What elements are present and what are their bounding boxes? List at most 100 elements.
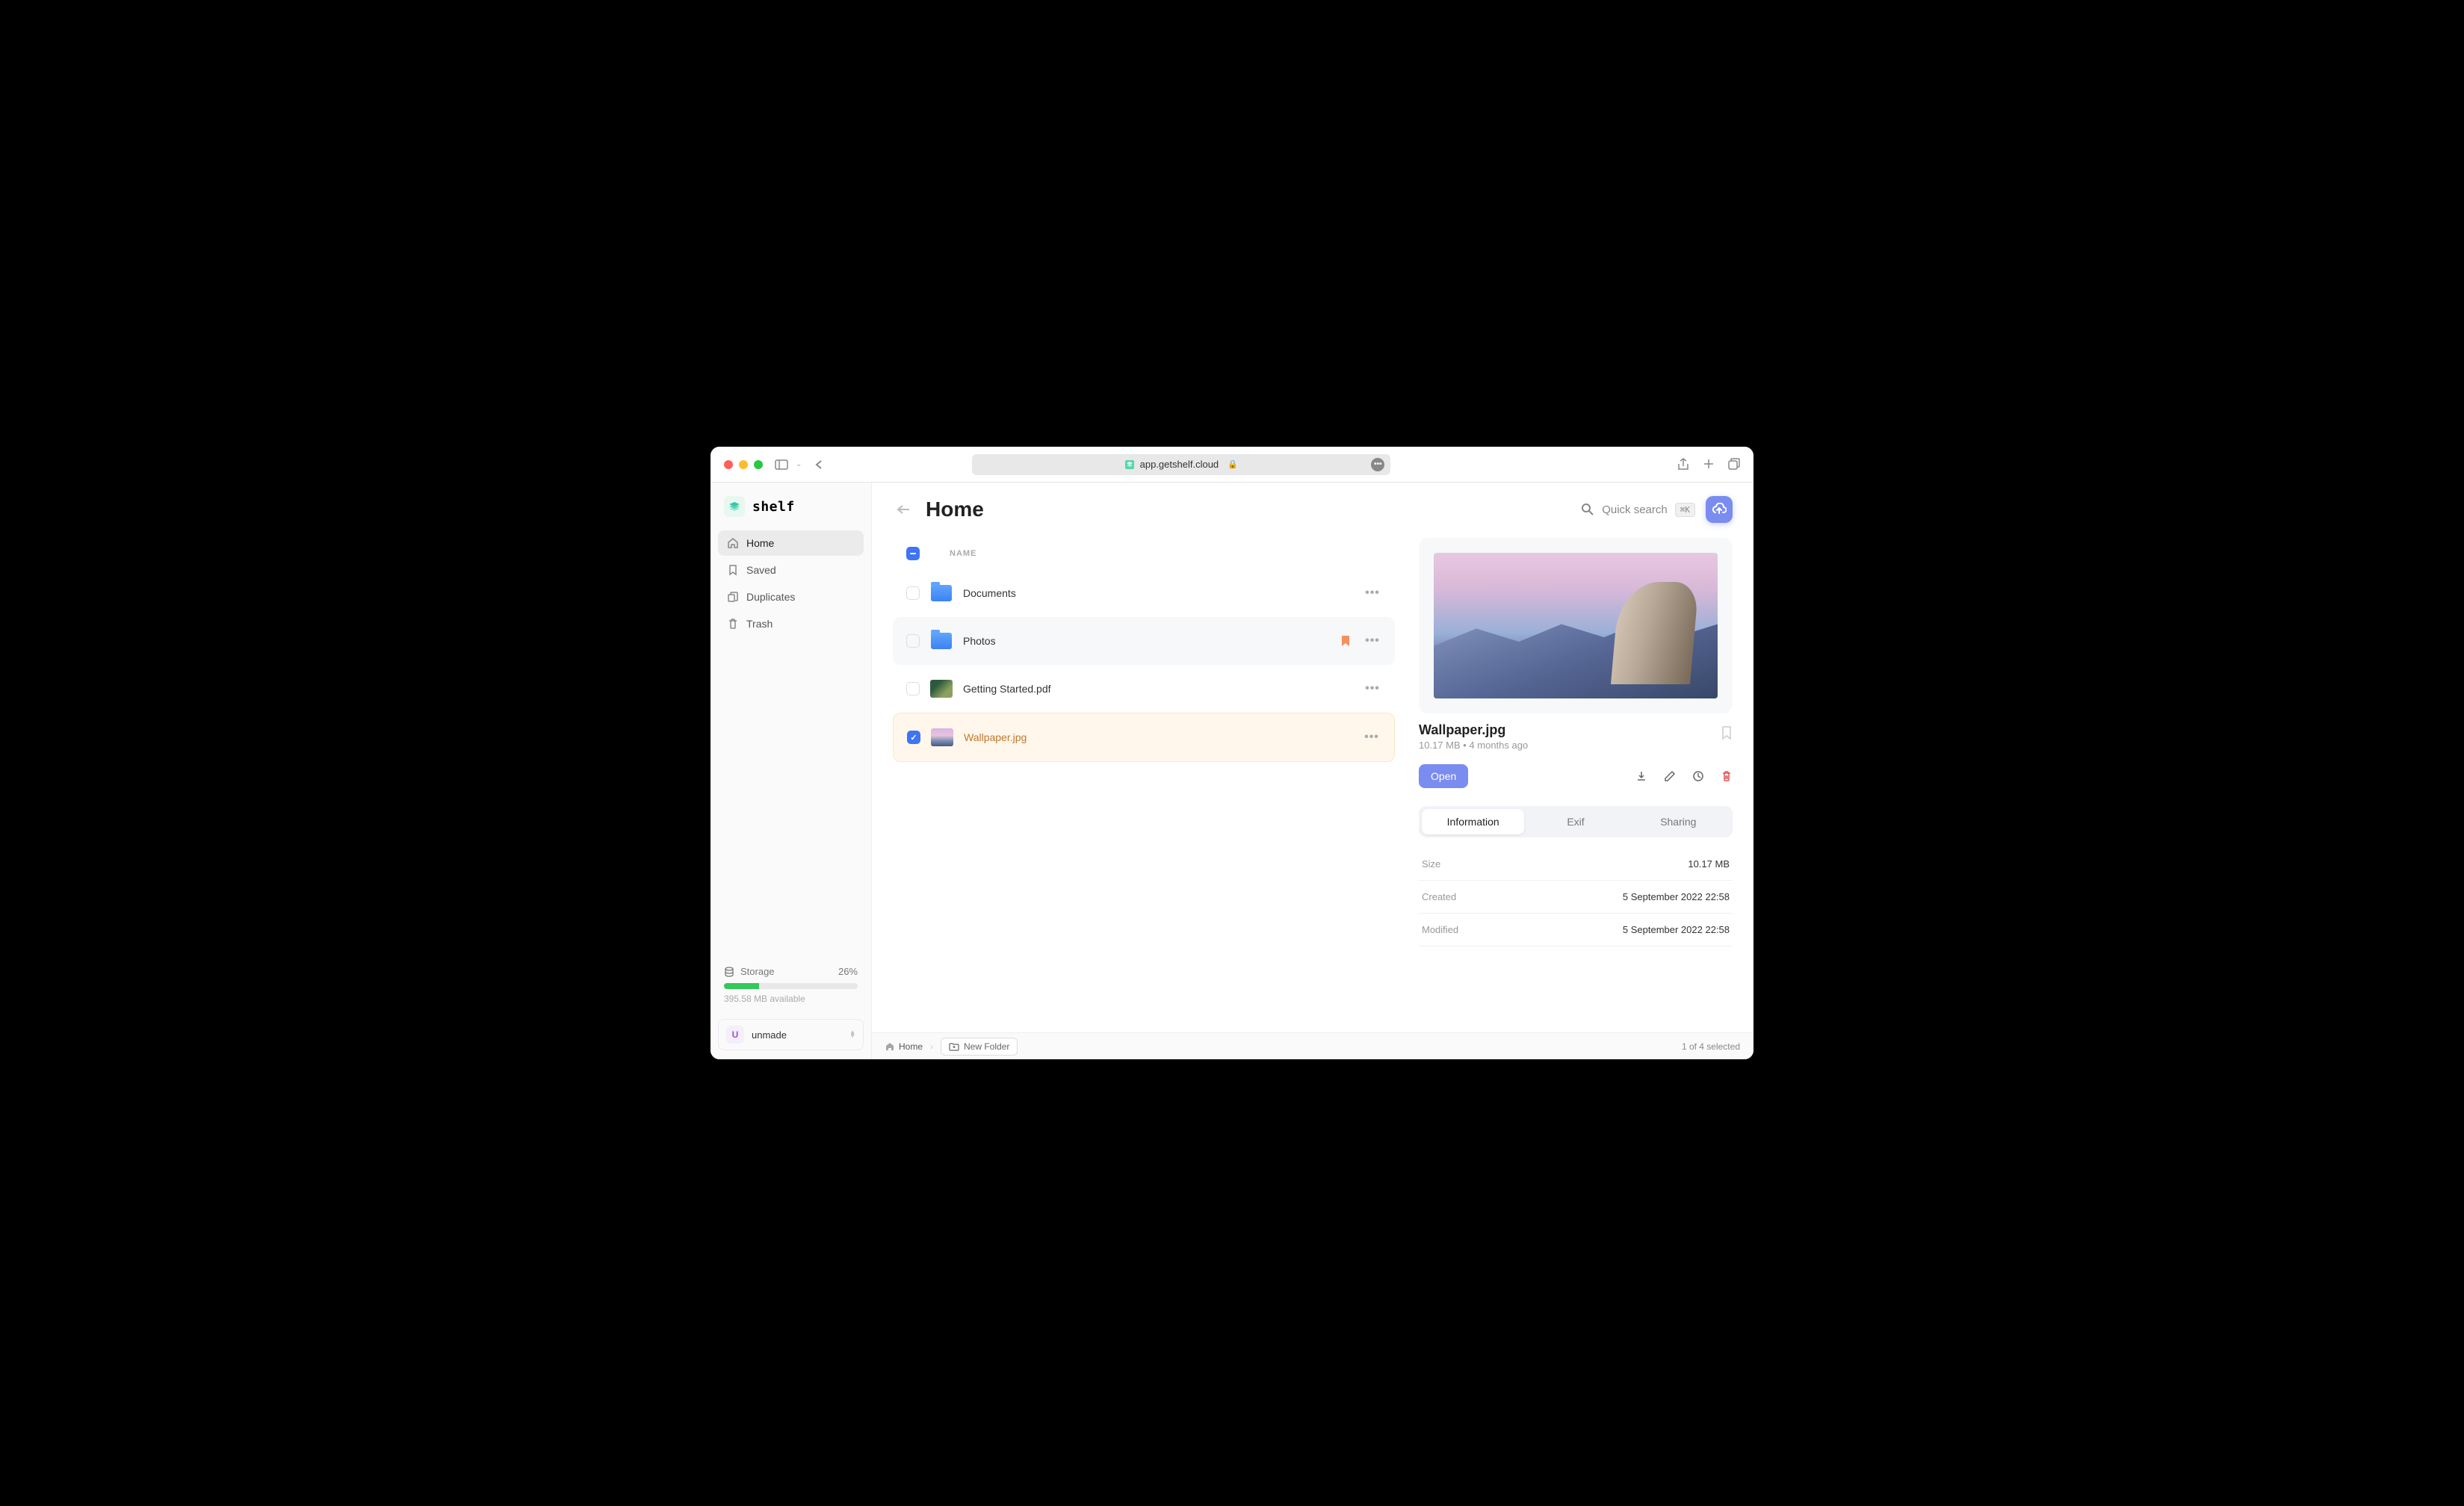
file-row[interactable]: Documents•••: [893, 569, 1395, 617]
row-checkbox[interactable]: [907, 731, 920, 744]
select-all-checkbox[interactable]: [906, 547, 920, 560]
page-title: Home: [926, 498, 984, 521]
sidebar-item-label: Saved: [746, 564, 776, 576]
brand-name: shelf: [752, 499, 795, 515]
app-body: shelf Home Saved: [711, 483, 1753, 1059]
brand-logo-icon: [724, 496, 745, 517]
delete-icon[interactable]: [1721, 770, 1733, 782]
browser-back-icon[interactable]: [815, 459, 823, 470]
storage-header: Storage 26%: [724, 966, 858, 977]
folder-icon: [931, 585, 952, 601]
chevron-down-icon[interactable]: ⌄: [796, 460, 802, 468]
file-list: NAME Documents•••Photos•••Getting Starte…: [893, 538, 1395, 1032]
info-row: Created 5 September 2022 22:58: [1419, 881, 1733, 914]
row-more-icon[interactable]: •••: [1363, 586, 1381, 600]
user-menu[interactable]: U unmade ▲▼: [718, 1019, 864, 1050]
user-name: unmade: [752, 1029, 842, 1041]
tabs-overview-icon[interactable]: [1728, 458, 1740, 471]
info-label: Size: [1422, 858, 1440, 870]
download-icon[interactable]: [1635, 770, 1647, 782]
row-more-icon[interactable]: •••: [1363, 634, 1381, 648]
info-value: 5 September 2022 22:58: [1623, 924, 1730, 935]
selection-count: 1 of 4 selected: [1682, 1041, 1740, 1052]
main-area: Home Quick search ⌘K: [872, 483, 1753, 1059]
row-checkbox[interactable]: [906, 634, 920, 648]
info-label: Created: [1422, 891, 1456, 902]
tab-information[interactable]: Information: [1422, 809, 1524, 834]
open-button[interactable]: Open: [1419, 764, 1468, 788]
bookmark-icon: [727, 564, 739, 576]
storage-percent: 26%: [838, 966, 858, 977]
upload-button[interactable]: [1706, 496, 1733, 523]
address-bar[interactable]: app.getshelf.cloud 🔒 •••: [972, 454, 1390, 475]
storage-icon: [724, 967, 734, 977]
detail-file-sub: 10.17 MB • 4 months ago: [1419, 740, 1528, 751]
breadcrumb-label: Home: [899, 1041, 923, 1052]
details-panel: Wallpaper.jpg 10.17 MB • 4 months ago Op…: [1419, 538, 1733, 1032]
home-icon: [727, 537, 739, 549]
chevron-right-icon: ›: [930, 1041, 933, 1052]
new-tab-icon[interactable]: [1703, 458, 1715, 471]
browser-chrome: ⌄ app.getshelf.cloud 🔒 •••: [711, 447, 1753, 483]
tab-sharing[interactable]: Sharing: [1627, 809, 1730, 834]
preview-box: [1419, 538, 1733, 713]
file-name: Photos: [963, 635, 1331, 647]
column-name-header: NAME: [950, 549, 976, 558]
share-icon[interactable]: [1677, 458, 1689, 471]
sidebar: shelf Home Saved: [711, 483, 872, 1059]
info-row: Size10.17 MB: [1419, 848, 1733, 881]
maximize-window-button[interactable]: [754, 460, 763, 469]
trash-icon: [727, 618, 739, 630]
file-thumbnail: [931, 728, 953, 746]
new-folder-button[interactable]: New Folder: [941, 1038, 1018, 1056]
folder-icon: [931, 633, 952, 649]
close-window-button[interactable]: [724, 460, 733, 469]
file-row[interactable]: Getting Started.pdf•••: [893, 665, 1395, 713]
sidebar-item-home[interactable]: Home: [718, 530, 864, 556]
preview-image[interactable]: [1434, 553, 1718, 698]
search-icon: [1581, 503, 1594, 516]
breadcrumb-home[interactable]: Home: [885, 1041, 923, 1052]
file-row[interactable]: Photos •••: [893, 617, 1395, 665]
user-avatar: U: [726, 1026, 744, 1044]
browser-right-controls: [1677, 458, 1740, 471]
list-header: NAME: [893, 538, 1395, 569]
sidebar-item-trash[interactable]: Trash: [718, 611, 864, 636]
tab-exif[interactable]: Exif: [1524, 809, 1626, 834]
content-area: NAME Documents•••Photos•••Getting Starte…: [872, 529, 1753, 1032]
traffic-lights: [724, 460, 763, 469]
row-checkbox[interactable]: [906, 682, 920, 695]
home-icon: [885, 1042, 894, 1051]
search-shortcut: ⌘K: [1675, 503, 1695, 517]
sidebar-toggle-icon[interactable]: [775, 459, 788, 470]
row-more-icon[interactable]: •••: [1363, 682, 1381, 695]
site-menu-icon[interactable]: •••: [1371, 458, 1384, 471]
info-value: 5 September 2022 22:58: [1623, 891, 1730, 902]
file-row[interactable]: Wallpaper.jpg•••: [893, 713, 1395, 762]
detail-actions: Open: [1419, 764, 1733, 788]
app-window: ⌄ app.getshelf.cloud 🔒 •••: [711, 447, 1753, 1059]
minimize-window-button[interactable]: [739, 460, 748, 469]
storage-bar: [724, 983, 858, 989]
up-down-chevron-icon: ▲▼: [849, 1031, 855, 1038]
brand[interactable]: shelf: [718, 492, 864, 530]
file-thumbnail: [930, 680, 953, 698]
bookmark-flag-icon: [1341, 635, 1350, 647]
search-label: Quick search: [1602, 503, 1668, 516]
bookmark-toggle-icon[interactable]: [1721, 722, 1733, 740]
main-header: Home Quick search ⌘K: [872, 483, 1753, 529]
move-icon[interactable]: [1692, 770, 1704, 782]
duplicates-icon: [727, 591, 739, 603]
sidebar-item-label: Home: [746, 537, 774, 549]
sidebar-item-duplicates[interactable]: Duplicates: [718, 584, 864, 610]
back-button[interactable]: [893, 499, 914, 520]
row-checkbox[interactable]: [906, 586, 920, 600]
storage-available: 395.58 MB available: [724, 994, 858, 1004]
storage-widget[interactable]: Storage 26% 395.58 MB available: [718, 960, 864, 1010]
info-row: Modified5 September 2022 22:58: [1419, 914, 1733, 946]
sidebar-item-saved[interactable]: Saved: [718, 557, 864, 583]
storage-label: Storage: [740, 966, 775, 977]
quick-search-button[interactable]: Quick search ⌘K: [1581, 503, 1695, 517]
edit-icon[interactable]: [1664, 770, 1676, 782]
row-more-icon[interactable]: •••: [1363, 731, 1381, 744]
